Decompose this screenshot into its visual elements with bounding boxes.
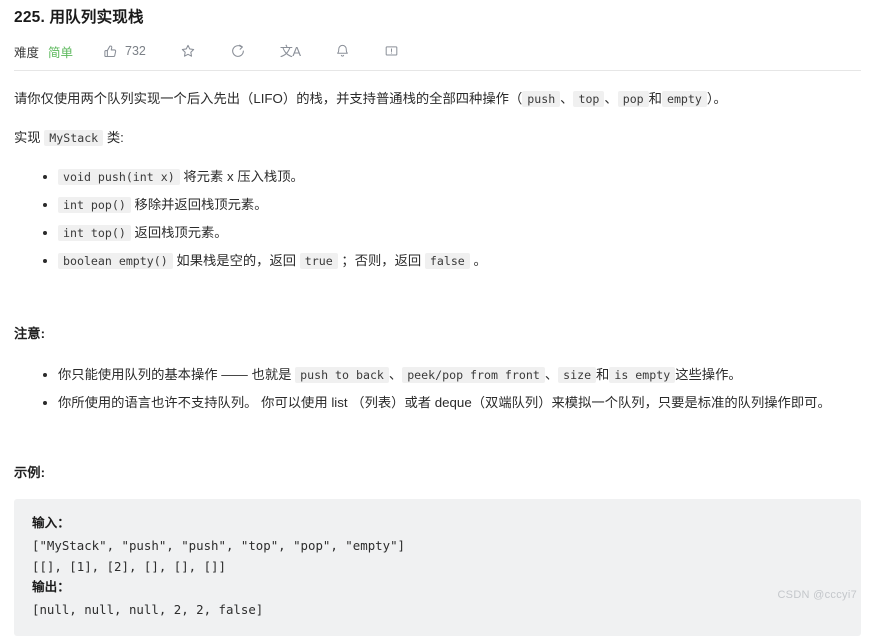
favorite-button[interactable] — [180, 43, 196, 59]
intro-end: ）。 — [706, 91, 727, 106]
feedback-button[interactable] — [384, 44, 399, 59]
inline-code-push: push — [522, 91, 561, 107]
method-description: 将元素 x 压入栈顶。 — [183, 169, 304, 185]
like-count: 732 — [125, 44, 146, 58]
notes-section: 注意: 你只能使用队列的基本操作 —— 也就是 push to back、pee… — [14, 322, 861, 416]
inline-code-empty: empty — [661, 91, 707, 107]
translate-icon: 文A — [279, 43, 301, 59]
list-item: void push(int x) 将元素 x 压入栈顶。 — [58, 164, 861, 190]
intro-sep-2: 、 — [604, 91, 618, 106]
thumbs-up-icon — [103, 44, 118, 59]
note-sep-2: 、 — [544, 367, 559, 383]
inline-code-mystack: MyStack — [44, 129, 104, 146]
translate-button[interactable]: 文A — [280, 45, 301, 58]
feedback-icon — [384, 44, 399, 59]
intro-sep-1: 、 — [560, 91, 574, 106]
notification-button[interactable] — [335, 43, 350, 59]
inline-code-peek-pop-from-front: peek/pop from front — [402, 367, 545, 384]
method-description: 移除并返回栈顶元素。 — [134, 197, 268, 213]
implement-post: 类: — [106, 129, 124, 145]
note-text-pre: 你只能使用队列的基本操作 —— 也就是 — [58, 367, 292, 383]
notes-list: 你只能使用队列的基本操作 —— 也就是 push to back、peek/po… — [14, 362, 861, 416]
method-list: void push(int x) 将元素 x 压入栈顶。 int pop() 移… — [14, 164, 861, 274]
inline-code-false: false — [424, 252, 470, 269]
star-icon — [180, 43, 196, 59]
list-item: int top() 返回栈顶元素。 — [58, 220, 861, 246]
list-item: boolean empty() 如果栈是空的，返回 true ；否则，返回 fa… — [58, 248, 861, 274]
inline-code-pop: pop — [617, 91, 649, 107]
input-label: 输入： — [32, 515, 70, 530]
method-description-post: 。 — [473, 252, 487, 268]
page-title: 225. 用队列实现栈 — [14, 9, 144, 26]
bell-icon — [335, 43, 350, 59]
inline-code-size: size — [558, 367, 597, 384]
list-item: int pop() 移除并返回栈顶元素。 — [58, 192, 861, 218]
difficulty-badge: 简单 — [48, 45, 74, 60]
intro-paragraph: 请你仅使用两个队列实现一个后入先出（LIFO）的栈，并支持普通栈的全部四种操作（… — [14, 87, 861, 112]
note-sep-1: 、 — [388, 367, 403, 383]
input-line-1: ["MyStack", "push", "push", "top", "pop"… — [32, 537, 405, 553]
inline-code-true: true — [299, 252, 338, 269]
intro-text-1: 请你仅使用两个队列实现一个后入先出（LIFO）的栈，并支持普通栈的全部四种操作（ — [14, 91, 523, 106]
share-button[interactable] — [230, 43, 246, 59]
note-text-post: 这些操作。 — [675, 367, 742, 383]
meta-row: 难度 简单 732 文A — [14, 37, 861, 65]
watermark: CSDN @cccyi7 — [777, 589, 857, 601]
share-refresh-icon — [230, 43, 246, 59]
list-item: 你所使用的语言也许不支持队列。 你可以使用 list （列表）或者 deque（… — [58, 390, 861, 416]
example-heading: 示例: — [14, 465, 46, 481]
method-signature: void push(int x) — [58, 169, 180, 186]
output-label: 输出： — [32, 580, 70, 595]
problem-page: 225. 用队列实现栈 难度 简单 732 文A 请你仅使用两个队列实现一个后入… — [0, 0, 875, 636]
input-line-2: [[], [1], [2], [], [], []] — [32, 558, 226, 574]
method-signature: int pop() — [58, 197, 131, 214]
action-icon-group: 732 文A — [103, 43, 399, 59]
difficulty-label: 难度 — [14, 45, 40, 60]
method-description: 返回栈顶元素。 — [134, 225, 228, 241]
method-description-mid: ；否则，返回 — [341, 252, 422, 268]
example-code-block: 输入： ["MyStack", "push", "push", "top", "… — [14, 498, 861, 636]
method-signature: int top() — [58, 225, 131, 242]
like-button[interactable]: 732 — [103, 44, 146, 59]
problem-content: 请你仅使用两个队列实现一个后入先出（LIFO）的栈，并支持普通栈的全部四种操作（… — [14, 71, 861, 636]
intro-mid: 和 — [648, 91, 662, 106]
implement-pre: 实现 — [14, 129, 41, 145]
note-mid: 和 — [596, 367, 610, 383]
method-signature: boolean empty() — [58, 252, 173, 269]
inline-code-is-empty: is empty — [609, 367, 676, 384]
inline-code-top: top — [573, 91, 605, 107]
notes-heading: 注意: — [14, 325, 46, 341]
method-description-pre: 如果栈是空的，返回 — [176, 252, 297, 268]
inline-code-push-to-back: push to back — [295, 367, 389, 384]
implement-paragraph: 实现 MyStack 类: — [14, 126, 861, 151]
list-item: 你只能使用队列的基本操作 —— 也就是 push to back、peek/po… — [58, 362, 861, 388]
